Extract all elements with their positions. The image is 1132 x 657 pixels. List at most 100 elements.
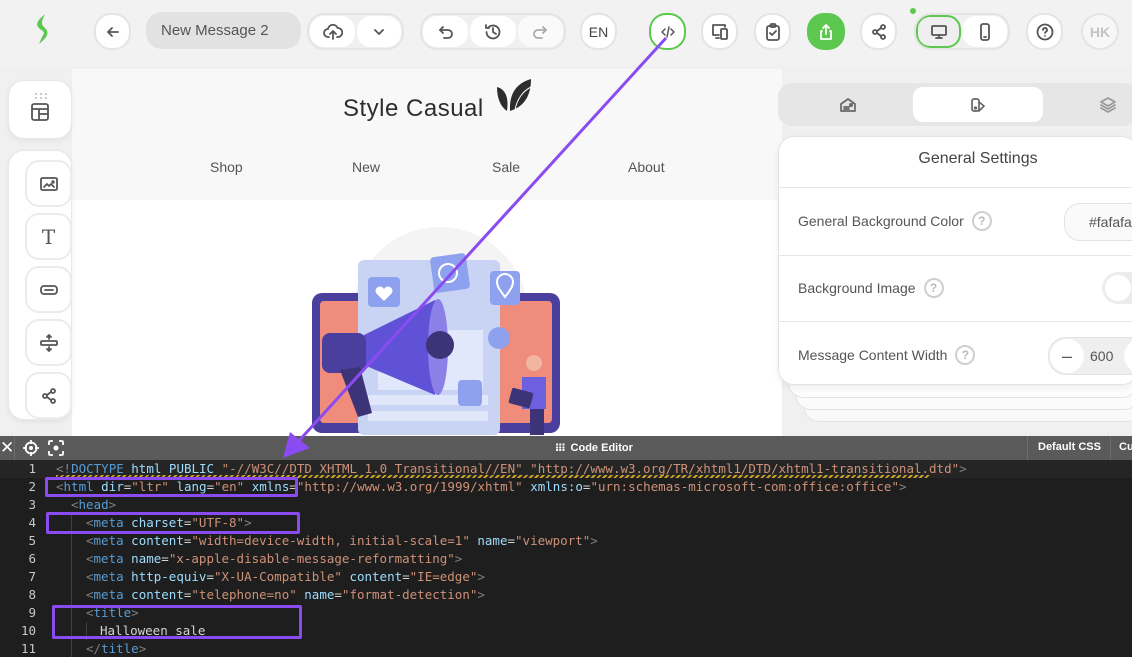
- tab-custom-css[interactable]: Cu: [1119, 441, 1132, 453]
- spacer-icon: [39, 333, 58, 352]
- chevron-down-icon: [374, 28, 385, 35]
- top-toolbar: New Message 2 EN HK: [0, 0, 1132, 66]
- help-icon[interactable]: ?: [955, 345, 976, 365]
- tool-spacer[interactable]: [25, 319, 72, 366]
- devices-icon: [711, 23, 728, 40]
- mobile-icon: [979, 22, 990, 41]
- code-editor-header: ✕ ⁝⁝⁝ Code Editor Default CSS Cu: [0, 436, 1132, 460]
- redo-icon: [533, 25, 548, 39]
- line-number: 11: [20, 641, 36, 656]
- tab-message-settings[interactable]: [808, 87, 888, 122]
- like-badge: [488, 327, 510, 349]
- highlight-box: [45, 477, 298, 497]
- leaf-logo-icon: [497, 79, 532, 111]
- code-editor-title[interactable]: ⁝⁝⁝ Code Editor: [555, 441, 633, 454]
- tab-layers[interactable]: [1078, 87, 1132, 122]
- tool-social[interactable]: [25, 372, 72, 419]
- increment-button[interactable]: [1124, 339, 1132, 373]
- locate-icon[interactable]: [22, 439, 40, 457]
- bg-image-toggle[interactable]: [1102, 272, 1132, 304]
- share-icon: [41, 387, 56, 404]
- setting-label: General Background Color: [798, 213, 964, 229]
- mobile-view-button[interactable]: [962, 16, 1007, 47]
- help-icon[interactable]: ?: [923, 278, 944, 298]
- image-icon: [39, 176, 58, 191]
- highlight-box: [52, 605, 302, 639]
- drag-handle-icon[interactable]: [34, 87, 48, 99]
- message-title[interactable]: New Message 2: [146, 12, 301, 49]
- settings-tabs: [778, 83, 1132, 126]
- undo-button[interactable]: [423, 16, 469, 47]
- tool-button[interactable]: [25, 266, 72, 313]
- line-number: 10: [20, 623, 36, 638]
- user-avatar[interactable]: HK: [1081, 13, 1119, 50]
- tool-image[interactable]: [25, 160, 72, 207]
- decrement-button[interactable]: –: [1050, 339, 1084, 373]
- arrow-left-icon: [106, 26, 119, 37]
- content-width-value[interactable]: 600: [1090, 348, 1113, 364]
- toggle-knob: [1105, 275, 1131, 301]
- save-options-dropdown[interactable]: [357, 16, 401, 47]
- code-line[interactable]: <meta http-equiv="X-UA-Compatible" conte…: [86, 569, 485, 584]
- language-button[interactable]: EN: [580, 13, 617, 50]
- nav-link-sale[interactable]: Sale: [492, 159, 520, 175]
- save-cloud-button[interactable]: [310, 16, 356, 47]
- share-icon: [871, 23, 886, 40]
- nav-link-about[interactable]: About: [628, 159, 665, 175]
- stripo-logo-icon[interactable]: [30, 12, 56, 48]
- palette-icon: [971, 97, 985, 112]
- focus-icon[interactable]: [47, 439, 65, 457]
- help-icon[interactable]: ?: [971, 211, 992, 231]
- test-button[interactable]: [754, 13, 791, 50]
- setting-label: Message Content Width: [798, 347, 948, 363]
- setting-row-bg-image: Background Image ?: [778, 255, 1132, 321]
- code-line[interactable]: <meta content="width=device-width, initi…: [86, 533, 598, 548]
- content-width-stepper: – 600: [1048, 337, 1132, 375]
- code-icon: [660, 25, 675, 38]
- highlight-box: [46, 512, 300, 534]
- tool-text[interactable]: T: [25, 213, 72, 260]
- desktop-icon: [930, 24, 947, 39]
- tab-appearance[interactable]: [913, 87, 1043, 122]
- line-number: 5: [28, 533, 36, 548]
- nav-link-shop[interactable]: Shop: [210, 159, 243, 175]
- code-editor-button[interactable]: [649, 13, 686, 50]
- bg-color-input[interactable]: #fafafa: [1064, 203, 1132, 241]
- redo-button[interactable]: [517, 16, 563, 47]
- code-line[interactable]: <!DOCTYPE html PUBLIC "-//W3C//DTD XHTML…: [56, 461, 967, 476]
- hero-illustration[interactable]: [300, 225, 570, 436]
- clipboard-check-icon: [765, 22, 780, 41]
- code-line[interactable]: <head>: [71, 497, 116, 512]
- button-icon: [39, 284, 58, 295]
- setting-row-bg-color: General Background Color ? #fafafa: [778, 187, 1132, 255]
- history-button[interactable]: [470, 16, 516, 47]
- drag-handle-icon: ⁝⁝⁝: [555, 442, 566, 454]
- layers-icon: [1100, 96, 1116, 113]
- preview-devices-button[interactable]: [701, 13, 738, 50]
- help-icon: [1036, 23, 1053, 40]
- content-tools-panel: T: [8, 150, 72, 420]
- line-number: 4: [28, 515, 36, 530]
- nav-link-new[interactable]: New: [352, 159, 380, 175]
- brand-logo[interactable]: Style Casual: [343, 79, 532, 123]
- tab-default-css[interactable]: Default CSS: [1038, 441, 1101, 453]
- code-line[interactable]: <meta name="x-apple-disable-message-refo…: [86, 551, 462, 566]
- device-toggle-group: [914, 13, 1010, 50]
- share-button[interactable]: [860, 13, 897, 50]
- line-number: 7: [28, 569, 36, 584]
- code-line[interactable]: </title>: [86, 641, 146, 656]
- envelope-icon: [840, 97, 856, 112]
- blocks-panel-button[interactable]: [8, 80, 72, 139]
- close-icon[interactable]: ✕: [0, 439, 14, 457]
- save-group: [307, 13, 404, 50]
- section-title: General Settings: [918, 150, 1038, 167]
- code-line[interactable]: <meta content="telephone=no" name="forma…: [86, 587, 485, 602]
- desktop-view-button[interactable]: [916, 15, 961, 48]
- back-button[interactable]: [94, 13, 131, 50]
- text-icon: T: [41, 224, 56, 249]
- email-header: [72, 69, 782, 200]
- export-button[interactable]: [807, 13, 845, 50]
- camera-badge: [430, 253, 470, 293]
- line-number: 2: [28, 479, 36, 494]
- help-button[interactable]: [1026, 13, 1063, 50]
